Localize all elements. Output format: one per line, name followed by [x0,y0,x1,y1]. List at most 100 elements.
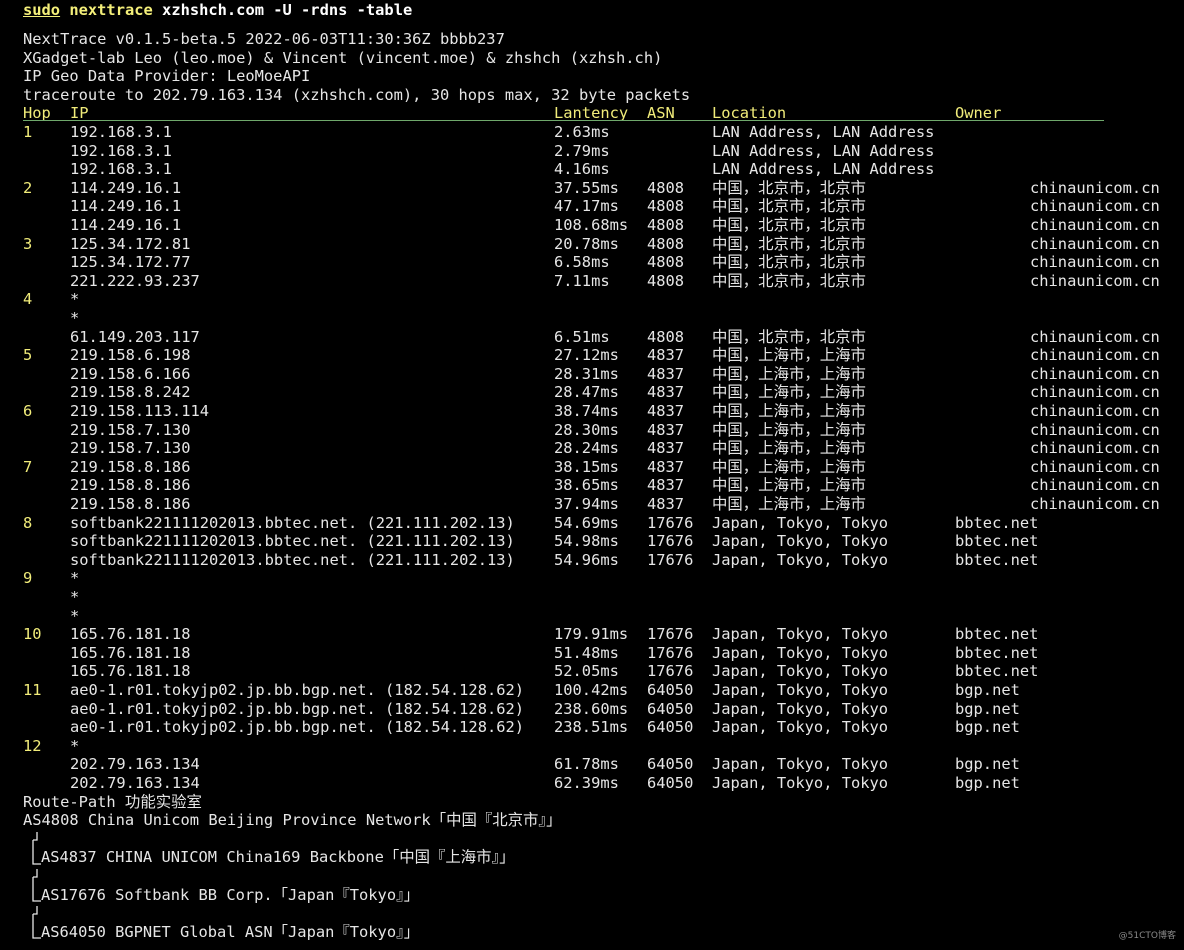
latency-value: 28.31ms [554,364,619,383]
owner-value: bgp.net [955,755,1020,774]
ip-address: * [70,588,80,606]
location-value: LAN Address, LAN Address [712,141,935,160]
latency-value: 54.69ms [554,513,619,532]
table-row: 114.249.16.1 108.68ms 4808 中国，北京市，北京市 chinau… [0,216,1184,235]
ip-address: ae0-1.r01.tokyjp02.jp.bb.bgp.net. (182.5… [70,718,525,737]
hop-number: 1 [23,123,33,141]
ip-address: 221.222.93.237 [70,271,200,290]
owner-value: chinaunicom.cn [1030,327,1160,346]
asn-value: 4808 [647,178,685,197]
asn-value: 17676 [647,532,694,551]
hop-number: 12 [23,736,42,755]
terminal-window[interactable]: sudo nexttrace xzhshch.com -U -rdns -tab… [0,0,1184,950]
ip-address: * [70,309,80,327]
asn-value: 64050 [647,699,694,718]
owner-value: bbtec.net [955,532,1039,551]
location-value: 中国，北京市，北京市 [712,178,866,197]
hop-number: 8 [23,513,33,532]
ip-address: 125.34.172.81 [70,234,191,253]
latency-value: 7.11ms [554,271,610,290]
asn-value: 4837 [647,495,685,513]
cmd-args: xzhshch.com -U -rdns -table [162,1,413,19]
ip-address: * [70,736,80,755]
location-value: 中国，北京市，北京市 [712,253,866,272]
latency-value: 27.12ms [554,346,619,365]
table-row: 2 114.249.16.1 37.55ms 4808 中国，北京市，北京市 chinau… [0,179,1184,198]
location-value: LAN Address, LAN Address [712,123,935,141]
table-row: 11 ae0-1.r01.tokyjp02.jp.bb.bgp.net. (182… [0,681,1184,700]
table-row: 5 219.158.6.198 27.12ms 4837 中国，上海市，上海市 china… [0,346,1184,365]
ip-address: ae0-1.r01.tokyjp02.jp.bb.bgp.net. (182.5… [70,699,525,718]
latency-value: 20.78ms [554,234,619,253]
location-value: 中国，上海市，上海市 [712,402,866,420]
owner-value: bbtec.net [955,625,1039,644]
route-path-connector [23,867,43,903]
location-value: Japan, Tokyo, Tokyo [712,755,889,774]
location-value: Japan, Tokyo, Tokyo [712,699,889,718]
table-row: 1 192.168.3.1 2.63ms LAN Address, LAN Addre… [0,123,1184,142]
geo-provider-line: IP Geo Data Provider: LeoMoeAPI [23,67,311,86]
table-row: 9 * [0,569,1184,588]
table-row: 12 * [0,737,1184,756]
table-row: 219.158.8.186 38.65ms 4837 中国，上海市，上海市 chinau… [0,476,1184,495]
table-row: 125.34.172.77 6.58ms 4808 中国，北京市，北京市 chinaun… [0,253,1184,272]
asn-value: 4808 [647,271,685,290]
owner-value: bgp.net [955,774,1020,792]
ip-address: 219.158.7.130 [70,439,191,458]
asn-value: 4808 [647,216,685,234]
latency-value: 37.55ms [554,178,619,197]
latency-value: 179.91ms [554,625,629,644]
cmd-program: nexttrace [69,1,153,19]
owner-value: bbtec.net [955,643,1039,662]
asn-value: 4837 [647,457,685,476]
table-row: 10 165.76.181.18 179.91ms 17676 Japan, Tokyo… [0,625,1184,644]
owner-value: chinaunicom.cn [1030,253,1160,272]
ip-address: 165.76.181.18 [70,625,191,644]
hop-number: 5 [23,346,33,365]
asn-value: 64050 [647,774,694,792]
latency-value: 28.30ms [554,420,619,439]
ip-address: ae0-1.r01.tokyjp02.jp.bb.bgp.net. (182.5… [70,681,525,699]
ip-address: 192.168.3.1 [70,141,172,160]
ip-address: 202.79.163.134 [70,755,200,774]
owner-value: bbtec.net [955,513,1039,532]
owner-value: bgp.net [955,718,1020,737]
table-row: 4 * [0,290,1184,309]
owner-value: chinaunicom.cn [1030,364,1160,383]
table-row: 165.76.181.18 52.05ms 17676 Japan, Tokyo, T… [0,662,1184,681]
table-row: softbank221111202013.bbtec.net. (221.111… [0,551,1184,570]
table-row: 6 219.158.113.114 38.74ms 4837 中国，上海市，上海市 chi… [0,402,1184,421]
cmd-sudo: sudo [23,1,61,19]
table-row: * [0,309,1184,328]
ip-address: * [70,569,80,588]
ip-address: 219.158.6.198 [70,346,191,365]
table-row: 192.168.3.1 4.16ms LAN Address, LAN Addres… [0,160,1184,179]
location-value: 中国，北京市，北京市 [712,234,866,253]
hop-number: 4 [23,290,33,309]
asn-value: 4837 [647,364,685,383]
hop-number: 11 [23,681,42,699]
ip-address: 219.158.113.114 [70,402,209,420]
latency-value: 54.98ms [554,532,619,551]
latency-value: 38.65ms [554,476,619,495]
ip-address: 125.34.172.77 [70,253,191,272]
ip-address: * [70,290,80,309]
table-row: 219.158.8.186 37.94ms 4837 中国，上海市，上海市 chinau… [0,495,1184,514]
latency-value: 2.79ms [554,141,610,160]
hop-number: 9 [23,569,33,588]
asn-value: 4837 [647,383,685,402]
latency-value: 108.68ms [554,216,629,234]
route-path-connector [23,830,43,866]
ip-address: 114.249.16.1 [70,178,182,197]
location-value: Japan, Tokyo, Tokyo [712,532,889,551]
table-row: 3 125.34.172.81 20.78ms 4808 中国，北京市，北京市 china… [0,235,1184,254]
hop-number: 2 [23,178,33,197]
latency-value: 28.47ms [554,383,619,402]
owner-value: chinaunicom.cn [1030,420,1160,439]
ip-address: * [70,606,80,625]
route-path-connector [23,904,43,940]
table-row: 114.249.16.1 47.17ms 4808 中国，北京市，北京市 chinaun… [0,197,1184,216]
owner-value: chinaunicom.cn [1030,457,1160,476]
location-value: 中国，北京市，北京市 [712,197,866,216]
owner-value: chinaunicom.cn [1030,402,1160,420]
